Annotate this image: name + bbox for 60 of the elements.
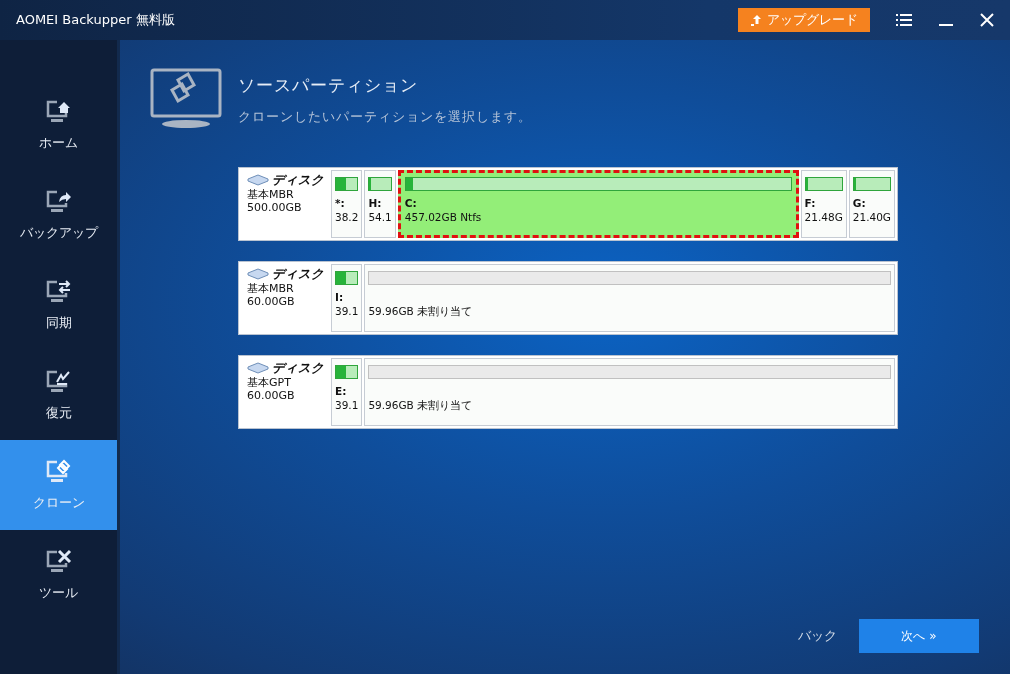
partition-letter: C: [404, 196, 418, 210]
disk-name: ディスク [272, 267, 324, 280]
disk-size: 60.00GB [247, 295, 296, 308]
next-button[interactable]: 次へ » [859, 619, 979, 653]
sidebar-item[interactable]: ホーム [0, 80, 117, 170]
sidebar-label: ホーム [39, 134, 78, 152]
disk-size: 60.00GB [247, 389, 296, 402]
partition-letter: I: [335, 290, 345, 304]
disk-type: 基本MBR [247, 188, 295, 201]
disk-name: ディスク [272, 361, 324, 374]
partition-size: 21.40G [852, 210, 891, 224]
partition-size: 59.96GB 未割り当て [368, 304, 474, 318]
upload-arrow-icon [750, 14, 763, 26]
partition-size: 38.2 [335, 210, 359, 224]
partition-card[interactable]: F: 21.48G [800, 170, 847, 238]
monitor-icon [44, 278, 73, 305]
partition-letter: G: [852, 196, 867, 210]
disk-size: 500.00GB [247, 201, 303, 214]
partition-size: 59.96GB 未割り当て [368, 398, 474, 412]
partition-letter: *: [335, 196, 346, 210]
sidebar-label: バックアップ [19, 224, 98, 242]
disk-type: 基本MBR [247, 282, 295, 295]
partition-card[interactable]: C: 457.02GB Ntfs [397, 170, 799, 238]
partition-card[interactable]: G: 21.40G [848, 170, 895, 238]
disk-name: ディスク [272, 173, 324, 186]
partition-letter: E: [335, 384, 348, 398]
monitor-icon [44, 458, 73, 485]
sidebar-item[interactable]: バックアップ [0, 170, 117, 260]
partition-card[interactable]: *: 38.2 [331, 170, 363, 238]
menu-icon[interactable] [896, 13, 912, 27]
close-icon[interactable] [980, 13, 994, 27]
disk-type: 基本GPT [247, 376, 292, 389]
partition-card[interactable]: 59.96GB 未割り当て [364, 264, 895, 332]
page-subtitle: クローンしたいパーティションを選択します。 [238, 109, 532, 126]
partition-letter: H: [368, 196, 383, 210]
monitor-clone-icon [150, 68, 224, 130]
back-link[interactable]: バック [798, 627, 837, 645]
partition-card[interactable]: H: 54.1 [364, 170, 396, 238]
sidebar-item[interactable]: 復元 [0, 350, 117, 440]
partition-size: 457.02GB Ntfs [404, 210, 483, 224]
sidebar-label: ツール [39, 584, 78, 602]
partition-size: 54.1 [368, 210, 392, 224]
partition-letter: F: [804, 196, 817, 210]
partition-card[interactable]: 59.96GB 未割り当て [364, 358, 895, 426]
window-title: AOMEI Backupper 無料版 [16, 11, 175, 29]
sidebar-label: クローン [32, 494, 85, 512]
monitor-icon [44, 98, 73, 125]
sidebar-item[interactable]: ツール [0, 530, 117, 620]
monitor-icon [44, 368, 73, 395]
partition-size: 39.1 [335, 398, 359, 412]
page-title: ソースパーティション [238, 74, 419, 97]
sidebar-label: 同期 [45, 314, 72, 332]
monitor-icon [44, 548, 73, 575]
sidebar-item[interactable]: 同期 [0, 260, 117, 350]
sidebar-label: 復元 [45, 404, 72, 422]
partition-size: 39.1 [335, 304, 359, 318]
partition-card[interactable]: I: 39.1 [331, 264, 363, 332]
partition-card[interactable]: E: 39.1 [331, 358, 363, 426]
monitor-icon [44, 188, 73, 215]
partition-size: 21.48G [804, 210, 843, 224]
